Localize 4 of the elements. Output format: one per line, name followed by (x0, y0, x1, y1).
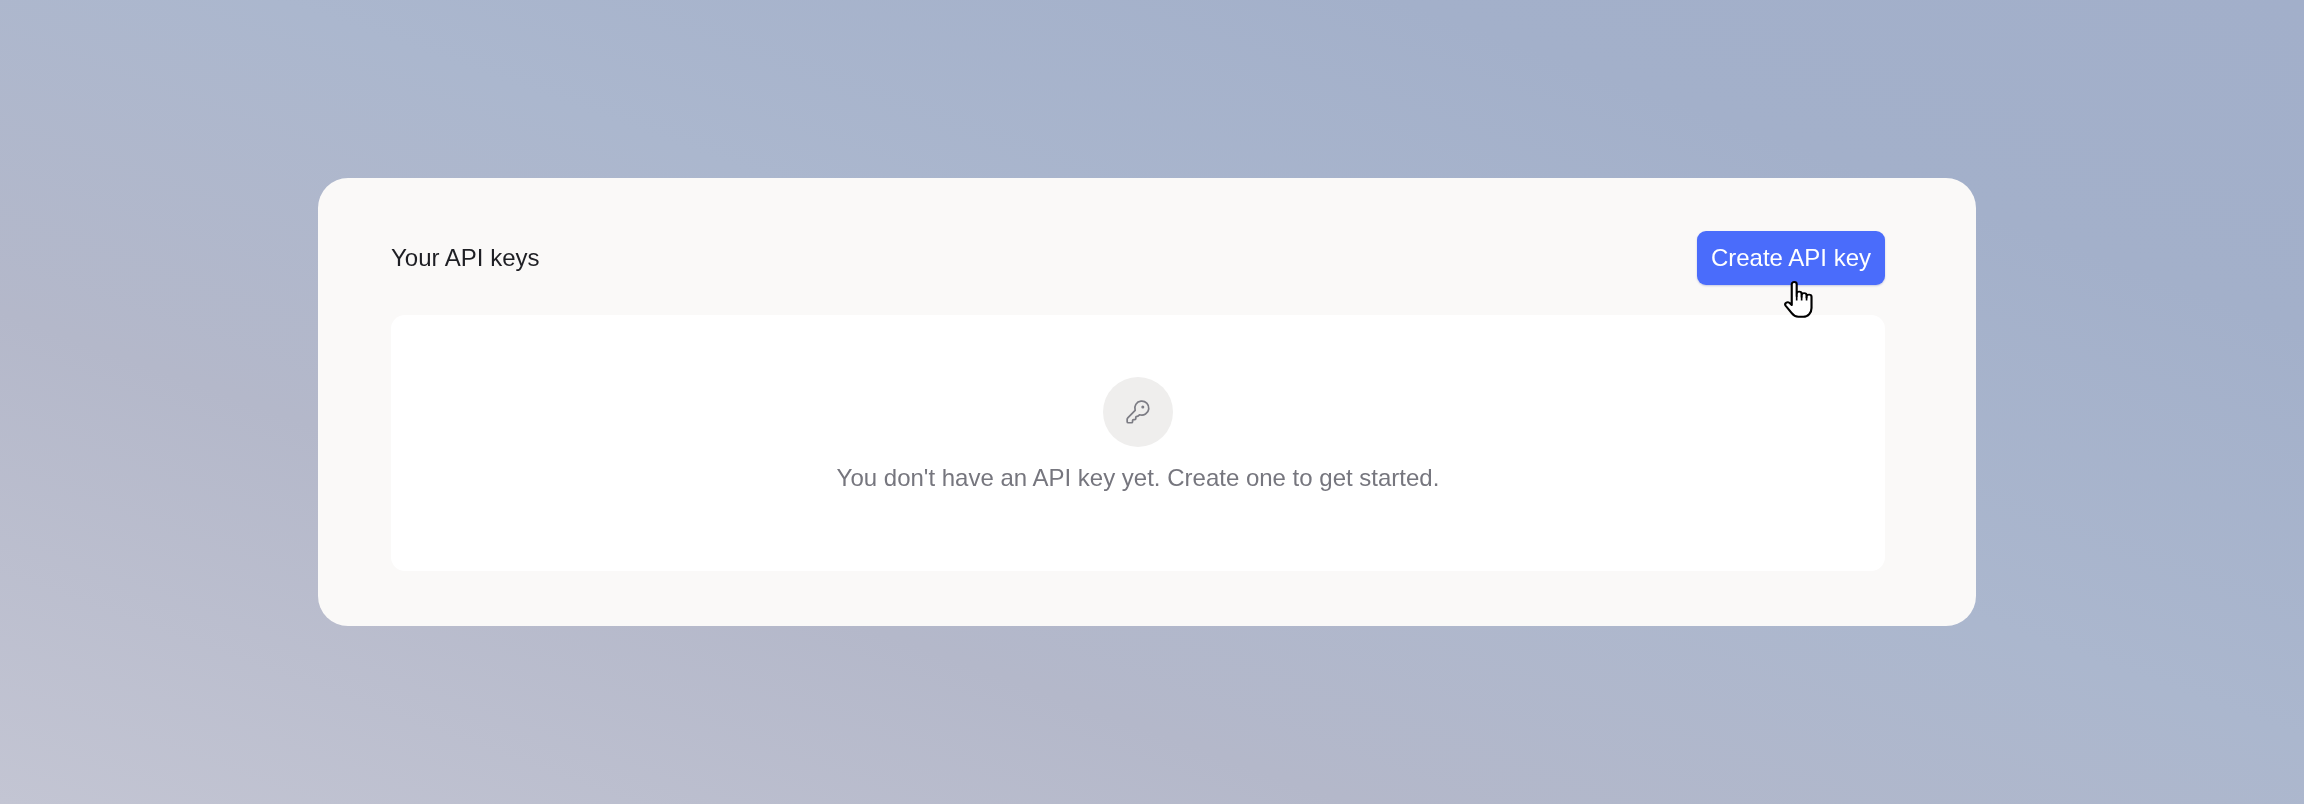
create-api-key-button[interactable]: Create API key (1696, 231, 1885, 285)
key-icon (1103, 377, 1173, 447)
section-title: Your API keys (391, 243, 540, 273)
empty-state-message: You don't have an API key yet. Create one to get started. (836, 463, 1440, 493)
